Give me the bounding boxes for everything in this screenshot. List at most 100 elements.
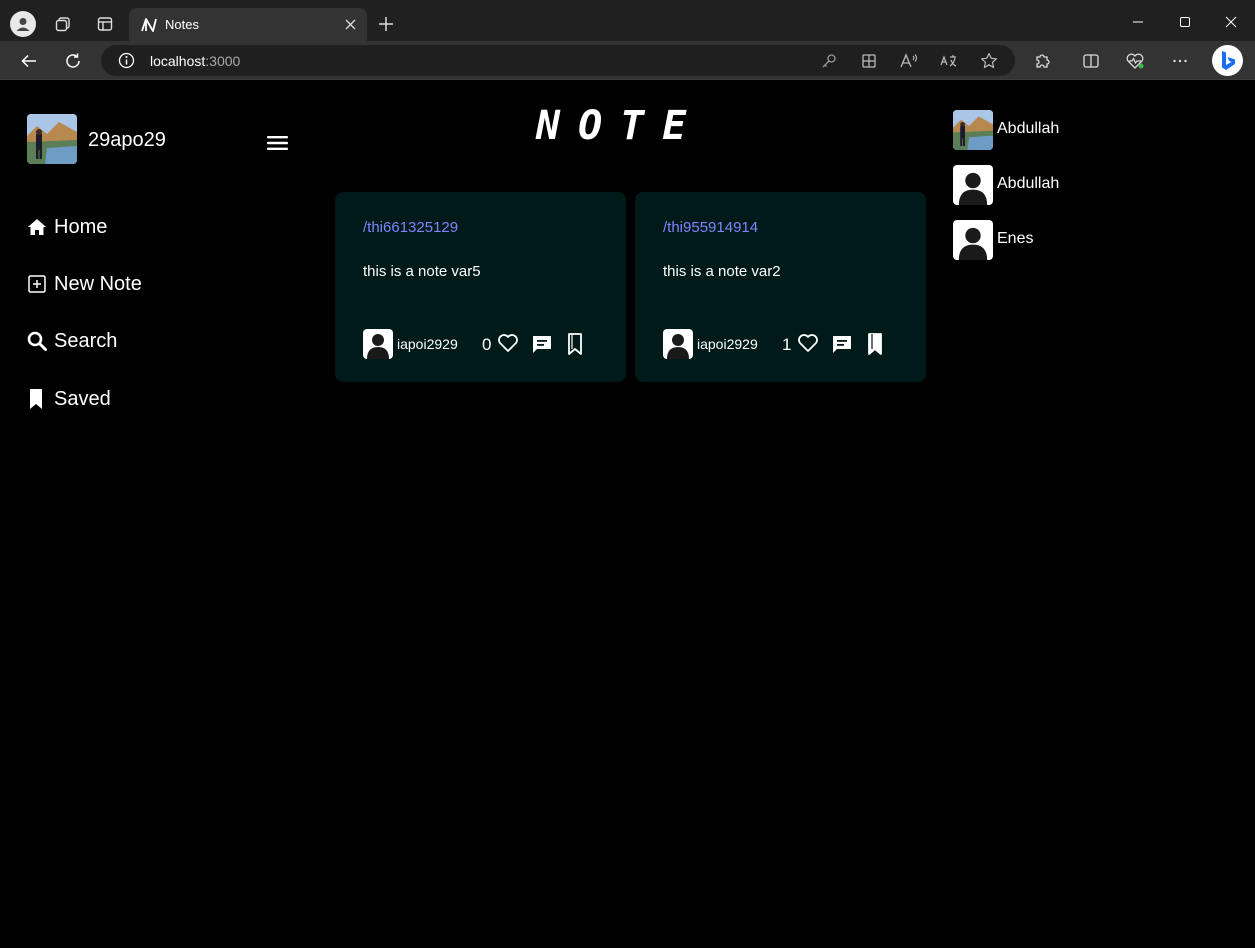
user-avatar[interactable] [953, 220, 993, 260]
browser-tab-notes[interactable]: Notes [129, 8, 367, 41]
read-aloud-button[interactable] [900, 52, 918, 70]
url-host: localhost [150, 53, 206, 69]
refresh-button[interactable] [62, 50, 84, 72]
author-name[interactable]: iapoi2929 [397, 336, 458, 352]
maximize-button[interactable] [1175, 12, 1195, 32]
bookmark-outline-icon[interactable] [566, 332, 586, 356]
browser-toolbar: localhost:3000 [0, 41, 1255, 80]
minimize-icon [1133, 21, 1143, 23]
address-bar[interactable]: localhost:3000 [101, 45, 1015, 76]
heart-pulse-icon [1126, 53, 1144, 69]
author-avatar[interactable] [663, 329, 693, 359]
default-avatar-icon [958, 227, 988, 260]
user-list-item[interactable]: Abdullah [953, 110, 1153, 150]
close-window-button[interactable] [1221, 12, 1241, 32]
password-key-button[interactable] [820, 52, 838, 70]
user-photo-icon [953, 110, 993, 150]
app-available-button[interactable] [860, 52, 878, 70]
url-text[interactable]: localhost:3000 [150, 53, 240, 69]
like-count: 1 [782, 335, 792, 354]
new-tab-icon[interactable] [376, 14, 396, 34]
url-port: :3000 [205, 53, 241, 69]
user-list-item[interactable]: Abdullah [953, 165, 1153, 205]
extensions-button[interactable] [1033, 51, 1053, 71]
default-avatar-icon [367, 334, 389, 359]
back-button[interactable] [18, 50, 40, 72]
nextjs-favicon-icon [141, 18, 157, 32]
apps-icon [862, 54, 876, 68]
browser-titlebar: Notes [0, 0, 1255, 41]
collections-icon [55, 17, 70, 32]
more-menu-button[interactable] [1170, 51, 1190, 71]
sidebar-item-saved[interactable]: Saved [27, 386, 111, 412]
person-icon [16, 18, 30, 31]
search-icon [27, 331, 47, 351]
comment-icon[interactable] [831, 334, 853, 354]
star-icon [981, 52, 997, 69]
user-avatar[interactable] [953, 165, 993, 205]
puzzle-icon [1036, 54, 1050, 68]
note-card[interactable]: /thi955914914 this is a note var2 iapoi2… [635, 192, 926, 382]
sidebar-item-search[interactable]: Search [27, 328, 117, 354]
heart-icon[interactable] [797, 333, 819, 353]
arrow-left-icon [21, 54, 36, 68]
key-icon [822, 54, 836, 68]
sidebar-item-label: New Note [54, 272, 142, 295]
note-card[interactable]: /thi661325129 this is a note var5 iapoi2… [335, 192, 626, 382]
bing-icon [1221, 50, 1235, 70]
note-footer: iapoi2929 0 [363, 329, 599, 359]
user-name[interactable]: Enes [997, 230, 1033, 248]
browser-essentials-button[interactable] [1125, 51, 1145, 71]
note-text: this is a note var2 [663, 263, 781, 280]
note-path-link[interactable]: /thi955914914 [663, 219, 758, 236]
tab-actions-button[interactable] [95, 14, 115, 34]
tabs-icon [97, 17, 113, 31]
note-footer: iapoi2929 1 [663, 329, 899, 359]
close-icon [345, 19, 355, 29]
close-icon [1225, 16, 1237, 28]
sidebar-item-home[interactable]: Home [27, 214, 107, 240]
tab-close-button[interactable] [341, 15, 359, 33]
home-icon [28, 219, 46, 235]
note-text: this is a note var5 [363, 263, 481, 280]
split-screen-icon [1083, 54, 1099, 68]
default-avatar-icon [667, 334, 689, 359]
split-screen-button[interactable] [1081, 51, 1101, 71]
notes-app: 29apo29 Home New Note Search Saved NOTE … [0, 81, 1255, 948]
heart-icon[interactable] [497, 333, 519, 353]
current-user-avatar[interactable] [27, 114, 77, 164]
info-icon[interactable] [118, 52, 135, 69]
author-avatar[interactable] [363, 329, 393, 359]
copilot-button[interactable] [1212, 45, 1243, 76]
refresh-icon [66, 53, 80, 68]
bookmark-filled-icon[interactable] [866, 332, 886, 356]
user-avatar[interactable] [953, 110, 993, 150]
translate-icon [940, 55, 957, 67]
tab-title: Notes [165, 17, 199, 32]
note-path-link[interactable]: /thi661325129 [363, 219, 458, 236]
author-name[interactable]: iapoi2929 [697, 336, 758, 352]
sidebar-item-label: Home [54, 215, 108, 238]
comment-icon[interactable] [531, 334, 553, 354]
sidebar-item-new-note[interactable]: New Note [27, 271, 142, 297]
hamburger-menu-icon[interactable] [267, 135, 288, 151]
read-aloud-icon [900, 53, 918, 68]
user-name[interactable]: Abdullah [997, 175, 1059, 193]
maximize-icon [1180, 17, 1190, 27]
collections-button[interactable] [53, 14, 73, 34]
current-username[interactable]: 29apo29 [88, 129, 166, 152]
default-avatar-icon [958, 172, 988, 205]
app-logo: NOTE [536, 103, 705, 149]
minimize-button[interactable] [1128, 12, 1148, 32]
more-horizontal-icon [1173, 59, 1187, 63]
bookmark-icon [30, 389, 42, 409]
sidebar-item-label: Search [54, 329, 118, 352]
profile-button[interactable] [10, 11, 36, 37]
user-name[interactable]: Abdullah [997, 120, 1059, 138]
user-list-item[interactable]: Enes [953, 220, 1153, 260]
favorite-button[interactable] [980, 52, 998, 70]
plus-square-icon [28, 275, 46, 293]
translate-button[interactable] [940, 52, 958, 70]
user-photo-icon [27, 114, 77, 164]
sidebar-item-label: Saved [54, 387, 111, 410]
